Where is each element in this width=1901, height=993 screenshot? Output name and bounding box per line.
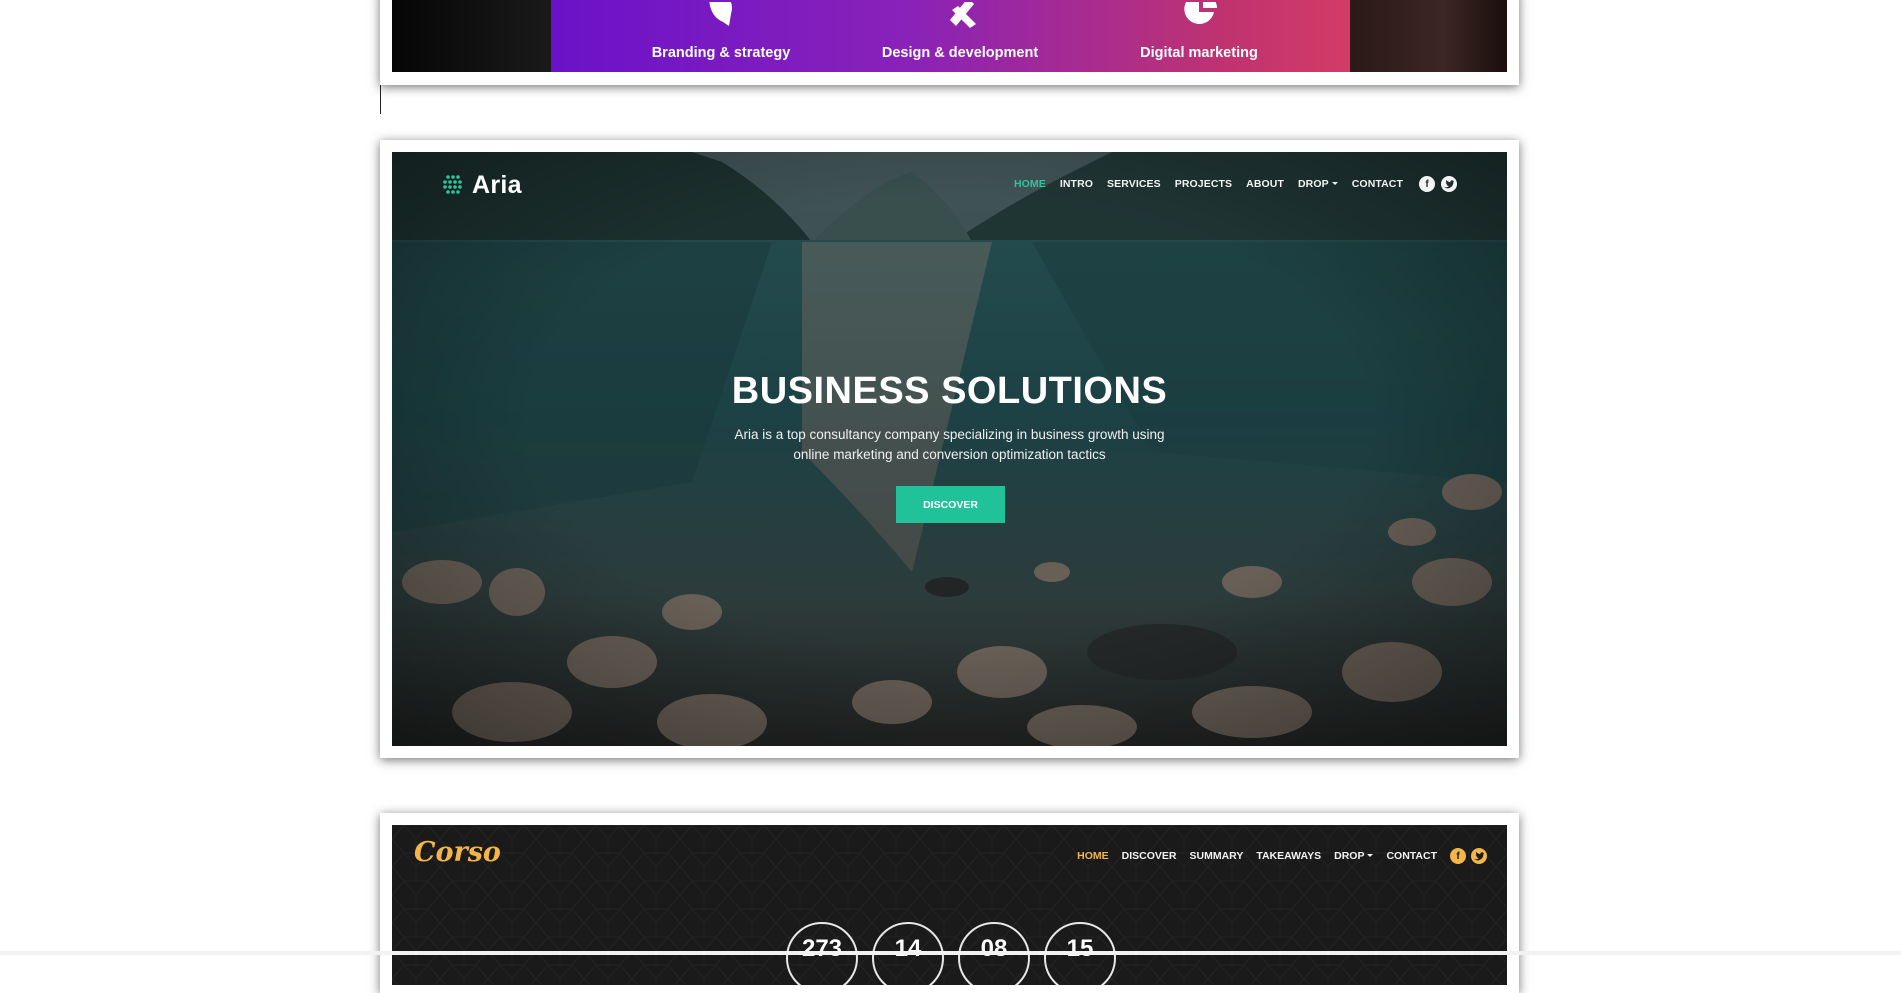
- nav-drop[interactable]: DROP: [1334, 850, 1374, 862]
- nav-takeaways[interactable]: TAKEAWAYS: [1256, 850, 1321, 862]
- corso-menu: HOME DISCOVER SUMMARY TAKEAWAYS DROP CON…: [1077, 848, 1487, 864]
- twitter-icon[interactable]: [1441, 176, 1457, 192]
- service-label: Branding & strategy: [651, 45, 791, 61]
- nav-services[interactable]: SERVICES: [1107, 178, 1161, 190]
- facebook-icon[interactable]: f: [1419, 176, 1435, 192]
- social-links: f: [1419, 176, 1457, 192]
- logo-text: Aria: [472, 170, 522, 199]
- nav-intro[interactable]: INTRO: [1060, 178, 1093, 190]
- nav-contact[interactable]: CONTACT: [1386, 850, 1437, 862]
- discover-button[interactable]: DISCOVER: [896, 486, 1005, 523]
- nav-drop-label: DROP: [1298, 178, 1329, 190]
- aria-logo[interactable]: Aria: [442, 170, 522, 199]
- social-links: f: [1450, 848, 1487, 864]
- pie-chart-icon: [1079, 0, 1319, 28]
- hero-subtitle-line-1: Aria is a top consultancy company specia…: [734, 427, 1165, 442]
- template-preview-card-aria[interactable]: Aria HOME INTRO SERVICES PROJECTS ABOUT …: [380, 140, 1519, 758]
- head-icon: [601, 0, 841, 28]
- twitter-icon[interactable]: [1471, 848, 1487, 864]
- service-label: Design & development: [881, 45, 1039, 61]
- caret-down-icon: [1331, 182, 1338, 185]
- template-preview-card-top[interactable]: Branding & strategy Design & development…: [380, 0, 1519, 85]
- corso-logo[interactable]: Corso: [414, 837, 501, 868]
- aria-menu: HOME INTRO SERVICES PROJECTS ABOUT DROP …: [1014, 176, 1457, 192]
- hero-title: BUSINESS SOLUTIONS: [731, 370, 1168, 412]
- hero-subtitle-line-2: online marketing and conversion optimiza…: [793, 447, 1106, 462]
- service-label: Digital marketing: [1140, 45, 1258, 61]
- aria-navbar: Aria HOME INTRO SERVICES PROJECTS ABOUT …: [392, 152, 1507, 214]
- service-branding: Branding & strategy: [601, 0, 841, 72]
- nav-drop[interactable]: DROP: [1298, 178, 1338, 190]
- facebook-icon[interactable]: f: [1450, 848, 1466, 864]
- nav-drop-label: DROP: [1334, 850, 1365, 862]
- caret-down-icon: [1367, 854, 1374, 857]
- nav-home[interactable]: HOME: [1014, 178, 1046, 190]
- nav-about[interactable]: ABOUT: [1246, 178, 1284, 190]
- hero-subtitle: Aria is a top consultancy company specia…: [392, 425, 1507, 465]
- nav-projects[interactable]: PROJECTS: [1175, 178, 1232, 190]
- service-design: Design & development: [840, 0, 1080, 72]
- aria-screenshot: Aria HOME INTRO SERVICES PROJECTS ABOUT …: [392, 152, 1507, 746]
- nav-summary[interactable]: SUMMARY: [1189, 850, 1243, 862]
- nav-discover[interactable]: DISCOVER: [1122, 850, 1177, 862]
- dots-logo-icon: [443, 175, 462, 194]
- corso-screenshot: Corso HOME DISCOVER SUMMARY TAKEAWAYS DR…: [392, 825, 1507, 985]
- text-cursor: [380, 85, 381, 114]
- viewport-bottom-edge: [0, 951, 1901, 955]
- service-marketing: Digital marketing: [1079, 0, 1319, 72]
- nav-home[interactable]: HOME: [1077, 850, 1109, 862]
- services-band: Branding & strategy Design & development…: [551, 0, 1350, 72]
- template-screenshot-top: Branding & strategy Design & development…: [392, 0, 1507, 72]
- photo-left: [392, 0, 551, 72]
- nav-contact[interactable]: CONTACT: [1352, 178, 1403, 190]
- template-preview-card-corso[interactable]: Corso HOME DISCOVER SUMMARY TAKEAWAYS DR…: [380, 813, 1519, 993]
- photo-right: [1350, 0, 1507, 72]
- pencil-ruler-icon: [840, 0, 1080, 28]
